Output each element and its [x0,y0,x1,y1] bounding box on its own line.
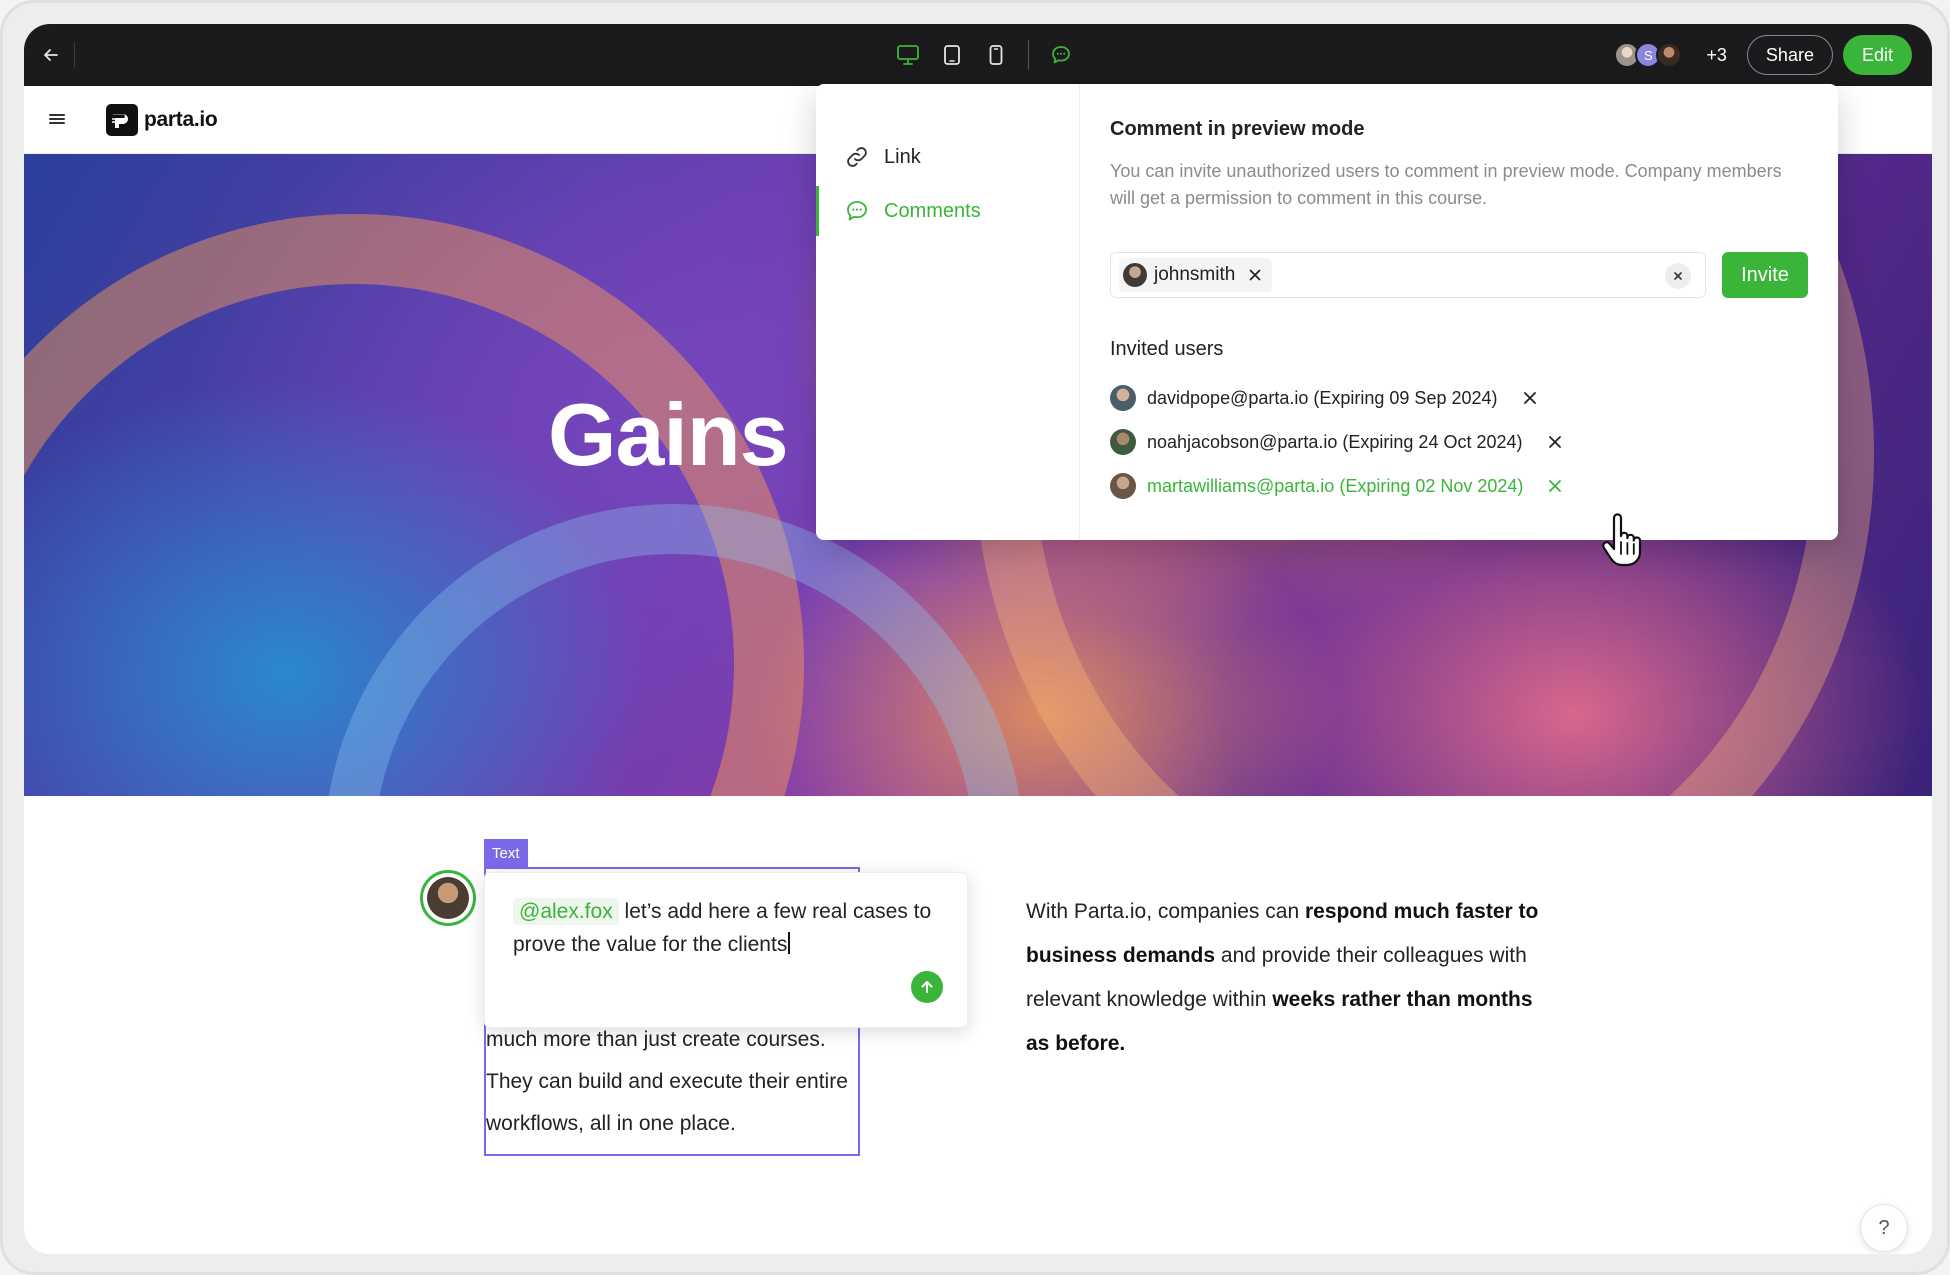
avatar [1123,263,1147,287]
comment-box[interactable]: @alex.fox let’s add here a few real case… [484,872,968,1028]
more-collaborators-count[interactable]: +3 [1706,45,1727,66]
device-frame: S +3 Share Edit parta.io Gains Text much… [0,0,1950,1275]
nav-item-comments[interactable]: Comments [816,186,1080,236]
toolbar-divider [74,42,75,68]
nav-item-label: Link [884,145,921,168]
invite-button[interactable]: Invite [1722,252,1808,298]
desktop-icon [897,45,919,65]
editor-toolbar: S +3 Share Edit [24,24,1932,86]
popover-description: You can invite unauthorized users to com… [1110,161,1782,208]
share-button[interactable]: Share [1746,35,1833,75]
hamburger-icon [49,114,65,124]
send-comment-button[interactable] [911,971,943,1003]
comment-author-avatar [420,870,476,926]
remove-chip-button[interactable] [1246,266,1264,284]
avatar [1110,385,1136,411]
close-icon [1674,272,1682,280]
share-popover: Link Comments Comment in preview mode Yo… [816,84,1838,540]
invited-user-label: martawilliams@parta.io (Expiring 02 Nov … [1147,475,1524,496]
avatar [1110,429,1136,455]
close-icon [1249,269,1261,281]
invite-chip: johnsmith [1119,258,1273,292]
collaborator-avatars[interactable]: S [1614,42,1683,68]
nav-item-link[interactable]: Link [816,132,1080,182]
screen: S +3 Share Edit parta.io Gains Text much… [24,24,1932,1254]
invite-user-input[interactable]: johnsmith [1110,252,1706,298]
arrow-up-icon [921,981,933,993]
invited-user-label: davidpope@parta.io (Expiring 09 Sep 2024… [1147,387,1498,408]
mention-tag[interactable]: @alex.fox [513,898,619,925]
body-paragraph[interactable]: With Parta.io, companies can respond muc… [1026,890,1546,1066]
avatar [427,877,469,919]
invited-user-row: davidpope@parta.io (Expiring 09 Sep 2024… [1110,384,1541,412]
logo-text: parta.io [144,108,218,131]
close-icon [1549,480,1562,492]
popover-title: Comment in preview mode [1110,118,1365,140]
logo-mark-icon [106,104,138,136]
remove-invited-user-button[interactable] [1544,475,1566,497]
edit-button[interactable]: Edit [1842,35,1912,75]
invited-users-heading: Invited users [1110,338,1224,360]
mobile-view-button[interactable] [982,41,1010,69]
link-icon [847,147,867,167]
avatar [1656,42,1683,68]
paragraph-text: With Parta.io, companies can [1026,900,1305,923]
close-icon [1548,436,1561,448]
text-block-content[interactable]: much more than just create courses. They… [486,1019,856,1145]
chip-label: johnsmith [1154,264,1236,285]
hero-title[interactable]: Gains [548,384,789,486]
tablet-icon [944,45,960,65]
close-icon [1523,392,1536,404]
arrow-left-icon [44,49,58,61]
toolbar-divider [1028,40,1029,70]
invited-user-label: noahjacobson@parta.io (Expiring 24 Oct 2… [1147,431,1523,452]
mobile-icon [989,45,1003,65]
comments-mode-button[interactable] [1047,41,1075,69]
logo: parta.io [106,104,218,136]
device-switcher [894,38,1075,72]
back-button[interactable] [36,40,66,70]
tablet-view-button[interactable] [938,41,966,69]
block-type-tag: Text [484,839,528,867]
remove-invited-user-button[interactable] [1519,387,1541,409]
remove-invited-user-button[interactable] [1544,431,1566,453]
nav-item-label: Comments [884,199,981,222]
invited-user-row: noahjacobson@parta.io (Expiring 24 Oct 2… [1110,428,1566,456]
help-button[interactable]: ? [1860,1204,1908,1252]
share-popover-nav: Link Comments [816,84,1080,540]
comment-input[interactable]: @alex.fox let’s add here a few real case… [513,895,933,961]
avatar [1110,473,1136,499]
collaborators-area: S +3 Share Edit [1614,34,1912,76]
comment-icon [847,201,867,221]
invited-user-row: martawilliams@parta.io (Expiring 02 Nov … [1110,472,1566,500]
text-caret [788,932,790,954]
menu-button[interactable] [44,108,70,130]
hand-pointer-icon [1602,513,1642,567]
comment-icon [1052,46,1070,64]
clear-input-button[interactable] [1665,263,1691,289]
desktop-view-button[interactable] [894,41,922,69]
